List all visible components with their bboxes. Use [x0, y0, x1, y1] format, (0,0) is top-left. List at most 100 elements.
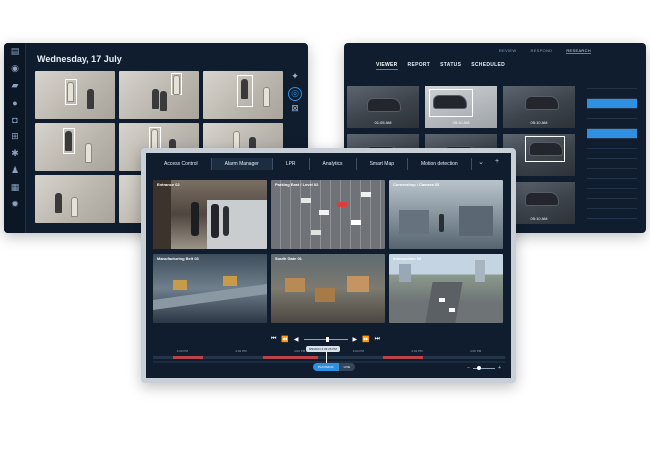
tab-motion-detection[interactable]: Motion detection [408, 158, 472, 170]
filter-item-selected[interactable] [587, 99, 637, 109]
timeline-cursor-label: 8/9/2024 4:03:26 PM [306, 346, 340, 352]
playback-button[interactable]: PLAYBACK [313, 363, 339, 371]
search-filters [587, 79, 637, 219]
thumb-timestamp: 01:05 AM [347, 120, 419, 125]
eye-icon[interactable]: ◉ [4, 60, 26, 77]
sub-navigation: VIEWER REPORT STATUS SCHEDULED [376, 62, 505, 70]
settings-icon[interactable]: ✹ [4, 196, 26, 213]
tick-label: 4:02 PM [235, 349, 246, 353]
play-icon[interactable]: ▶ [353, 336, 358, 343]
camera-name: Cornershop / Camera 03 [393, 182, 439, 187]
nav-respond[interactable]: RESPOND [530, 48, 552, 54]
filter-item[interactable] [587, 159, 637, 169]
camera-name: Entrance 02 [157, 182, 180, 187]
mode-toggle: PLAYBACK LIVE [313, 363, 355, 371]
tick-label: 4:04 PM [353, 349, 364, 353]
camera-tile[interactable]: Cornershop / Camera 03 [389, 180, 503, 249]
timeline-event[interactable] [263, 356, 318, 359]
camera-tile[interactable]: South Gate 01 [271, 254, 385, 323]
analytics-tools: ✦ ◎ ⊠ [288, 71, 302, 119]
timeline-event[interactable] [383, 356, 423, 359]
tab-lpr[interactable]: LPR [273, 158, 310, 170]
camera-name: Manufacturing Belt 03 [157, 256, 199, 261]
module-tabs: Access Control Alarm Manager LPR Analyti… [146, 153, 511, 175]
tab-report[interactable]: REPORT [408, 62, 431, 70]
skip-end-icon[interactable]: ⏭ [375, 336, 380, 343]
left-rail: ▤ ◉ ▰ ● ◘ ⊞ ✱ ♟ ▦ ✹ [4, 43, 26, 233]
filter-item[interactable] [587, 89, 637, 99]
vehicle-thumb[interactable]: 05:10 AM [503, 86, 575, 128]
filter-item[interactable] [587, 169, 637, 179]
nav-review[interactable]: REVIEW [499, 48, 517, 54]
tab-viewer[interactable]: VIEWER [376, 62, 398, 70]
filter-item[interactable] [587, 139, 637, 149]
tab-actions: ⌄ + [475, 158, 503, 166]
camera-grid: Entrance 02 Parking East / Level 02 Corn… [153, 180, 505, 323]
users-icon[interactable]: ● [4, 94, 26, 111]
filter-item[interactable] [587, 109, 637, 119]
thumb-timestamp: 05:10 AM [425, 120, 497, 125]
chevron-down-icon[interactable]: ⌄ [475, 158, 487, 166]
filter-item-selected[interactable] [587, 129, 637, 139]
tick-label: 4:06 PM [470, 349, 481, 353]
vehicle-thumb[interactable]: 01:05 AM [347, 86, 419, 128]
camera-name: South Gate 01 [275, 256, 302, 261]
multi-camera-window: Access Control Alarm Manager LPR Analyti… [141, 148, 516, 383]
camera-tile[interactable]: Manufacturing Belt 03 [153, 254, 267, 323]
skip-start-icon[interactable]: ⏮ [271, 336, 276, 343]
camera-name: Intersection 03 [393, 256, 421, 261]
timeline-track [153, 356, 505, 359]
document-icon[interactable]: ▤ [4, 43, 26, 60]
zoom-in-icon[interactable]: + [498, 365, 501, 371]
step-forward-icon[interactable]: ⏩ [362, 336, 369, 343]
camera-tile[interactable] [203, 71, 283, 119]
filter-item[interactable] [587, 199, 637, 209]
camera-tile[interactable]: Intersection 03 [389, 254, 503, 323]
prev-frame-icon[interactable]: ◀ [294, 336, 299, 343]
tab-analytics[interactable]: Analytics [310, 158, 357, 170]
filter-item[interactable] [587, 149, 637, 159]
camera-tile[interactable] [35, 175, 115, 223]
camera-icon[interactable]: ◘ [4, 111, 26, 128]
tick-label: 4:00 PM [177, 349, 188, 353]
speed-slider[interactable] [304, 339, 348, 340]
sitemap-icon[interactable]: ⊞ [4, 128, 26, 145]
camera-name: Parking East / Level 02 [275, 182, 318, 187]
tick-label: 4:02 PM [294, 349, 305, 353]
live-button[interactable]: LIVE [339, 363, 356, 371]
camera-tile[interactable] [119, 71, 199, 119]
vehicle-scan-icon[interactable]: ⊠ [288, 103, 302, 117]
tab-status[interactable]: STATUS [440, 62, 461, 70]
camera-tile[interactable] [35, 123, 115, 171]
filter-item[interactable] [587, 179, 637, 189]
page-title: Wednesday, 17 July [37, 54, 122, 64]
alarm-icon[interactable]: ✱ [4, 145, 26, 162]
tab-smart-map[interactable]: Smart Map [357, 158, 408, 170]
plus-icon[interactable]: + [491, 158, 503, 166]
face-scan-icon[interactable]: ◎ [288, 87, 302, 101]
tab-scheduled[interactable]: SCHEDULED [471, 62, 505, 70]
timeline-event[interactable] [173, 356, 203, 359]
camera-tile[interactable] [35, 71, 115, 119]
filter-item[interactable] [587, 209, 637, 219]
top-navigation: REVIEW RESPOND RESEARCH [499, 48, 591, 54]
step-back-icon[interactable]: ⏪ [281, 336, 288, 343]
people-icon[interactable]: ♟ [4, 162, 26, 179]
zoom-slider[interactable] [473, 368, 495, 369]
thumb-timestamp: 05:10 AM [503, 120, 575, 125]
timeline-zoom: − + [467, 365, 501, 371]
filter-item[interactable] [587, 119, 637, 129]
camera-tile[interactable]: Parking East / Level 02 [271, 180, 385, 249]
person-walk-icon[interactable]: ✦ [288, 71, 302, 85]
nav-research[interactable]: RESEARCH [566, 48, 591, 54]
filter-item[interactable] [587, 189, 637, 199]
folder-icon[interactable]: ▰ [4, 77, 26, 94]
map-icon[interactable]: ▦ [4, 179, 26, 196]
tab-alarm-manager[interactable]: Alarm Manager [212, 158, 273, 170]
tick-label: 4:04 PM [411, 349, 422, 353]
filter-item[interactable] [587, 79, 637, 89]
camera-tile[interactable]: Entrance 02 [153, 180, 267, 249]
vehicle-thumb[interactable]: 05:10 AM [425, 86, 497, 128]
tab-access-control[interactable]: Access Control [151, 158, 212, 170]
zoom-out-icon[interactable]: − [467, 365, 470, 371]
